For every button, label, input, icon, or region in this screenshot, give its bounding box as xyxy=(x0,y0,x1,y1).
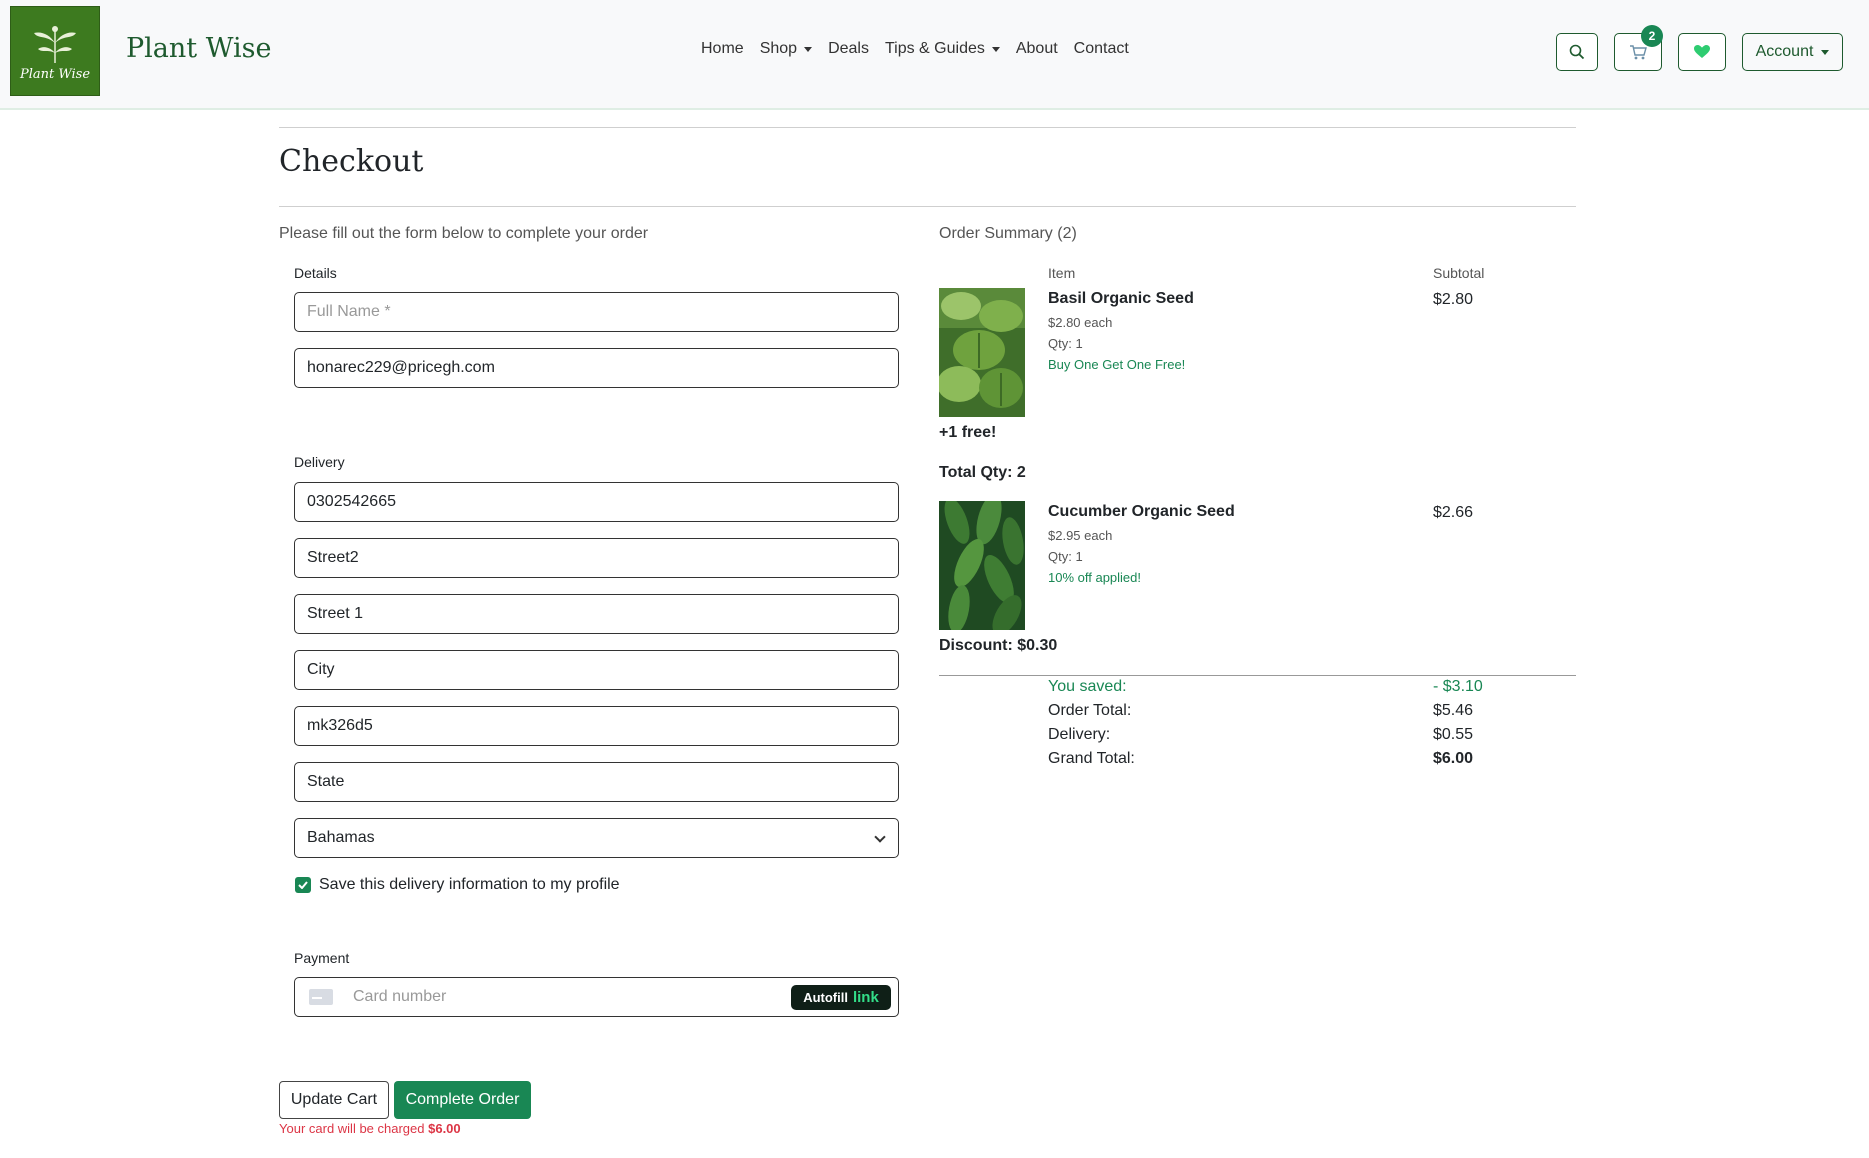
city-field[interactable]: City xyxy=(294,650,899,690)
total-qty-note: Total Qty: 2 xyxy=(939,464,1026,481)
heart-icon xyxy=(1694,45,1710,58)
street2-field[interactable]: Street2 xyxy=(294,538,899,578)
complete-order-button[interactable]: Complete Order xyxy=(394,1081,531,1119)
chevron-down-icon xyxy=(874,831,886,843)
postcode-field[interactable]: mk326d5 xyxy=(294,706,899,746)
country-select-value: Bahamas xyxy=(307,829,375,846)
item-promo: Buy One Get One Free! xyxy=(1048,357,1186,372)
card-number-field[interactable]: Card number Autofill link xyxy=(294,977,899,1017)
item-name: Basil Organic Seed xyxy=(1048,290,1194,307)
autofill-link-button[interactable]: Autofill link xyxy=(791,985,891,1010)
search-icon xyxy=(1569,44,1585,60)
basil-product-image[interactable] xyxy=(939,288,1025,417)
save-delivery-label[interactable]: Save this delivery information to my pro… xyxy=(319,876,620,894)
search-button[interactable] xyxy=(1556,33,1598,71)
cart-icon xyxy=(1630,45,1647,60)
nav-contact[interactable]: Contact xyxy=(1066,40,1137,58)
item-promo: 10% off applied! xyxy=(1048,570,1141,585)
street1-field[interactable]: Street 1 xyxy=(294,594,899,634)
account-label: Account xyxy=(1755,43,1814,60)
delivery-fee-label: Delivery: xyxy=(1048,726,1111,743)
item-price-each: $2.80 each xyxy=(1048,315,1113,330)
top-navbar: Plant Wise Plant Wise Home Shop Deals Ti… xyxy=(0,0,1869,110)
autofill-label: Autofill xyxy=(803,990,848,1005)
nav-home-label: Home xyxy=(701,40,744,57)
cucumber-product-image[interactable] xyxy=(939,501,1025,630)
nav-tips-label: Tips & Guides xyxy=(884,40,985,57)
item-price-each: $2.95 each xyxy=(1048,528,1113,543)
top-divider xyxy=(279,127,1576,128)
main-nav: Home Shop Deals Tips & Guides About Cont… xyxy=(693,40,1137,58)
basil-image xyxy=(939,288,1025,417)
item-subtotal: $2.66 xyxy=(1433,504,1474,521)
charge-note-text: Your card will be charged xyxy=(279,1121,429,1136)
plant-logo-icon xyxy=(34,25,76,63)
account-dropdown-button[interactable]: Account xyxy=(1742,33,1843,71)
phone-field[interactable]: 0302542665 xyxy=(294,482,899,522)
saved-value: - $3.10 xyxy=(1433,678,1483,695)
brand-name[interactable]: Plant Wise xyxy=(126,33,271,64)
credit-card-icon xyxy=(309,989,333,1005)
nav-about[interactable]: About xyxy=(1008,40,1066,58)
nav-tips-guides[interactable]: Tips & Guides xyxy=(877,40,1008,58)
cart-button[interactable]: 2 xyxy=(1614,25,1663,71)
grand-total-label: Grand Total: xyxy=(1048,750,1135,767)
charge-note: Your card will be charged $6.00 xyxy=(279,1121,461,1136)
nav-deals[interactable]: Deals xyxy=(820,40,877,58)
column-header-item: Item xyxy=(1048,265,1076,281)
free-items-note: +1 free! xyxy=(939,424,997,441)
nav-contact-label: Contact xyxy=(1073,40,1129,57)
nav-shop[interactable]: Shop xyxy=(752,40,820,58)
title-divider xyxy=(279,206,1576,207)
totals-divider xyxy=(939,675,1576,676)
update-cart-button[interactable]: Update Cart xyxy=(279,1081,389,1119)
delivery-fee-value: $0.55 xyxy=(1433,726,1474,743)
brand-logo[interactable]: Plant Wise xyxy=(10,6,100,96)
charge-amount: $6.00 xyxy=(428,1121,461,1136)
save-delivery-row: Save this delivery information to my pro… xyxy=(295,876,620,894)
email-field[interactable]: honarec229@pricegh.com xyxy=(294,348,899,388)
delivery-label: Delivery xyxy=(294,454,345,470)
nav-about-label: About xyxy=(1015,40,1058,57)
order-total-label: Order Total: xyxy=(1048,702,1132,719)
item-name: Cucumber Organic Seed xyxy=(1048,503,1235,520)
card-number-placeholder: Card number xyxy=(353,988,447,1005)
order-summary-title: Order Summary (2) xyxy=(939,225,1077,242)
caret-down-icon xyxy=(804,46,813,52)
checkmark-icon xyxy=(298,881,308,889)
payment-label: Payment xyxy=(294,950,350,966)
state-field[interactable]: State xyxy=(294,762,899,802)
caret-down-icon xyxy=(991,46,1000,52)
form-intro: Please fill out the form below to comple… xyxy=(279,225,649,242)
saved-label: You saved: xyxy=(1048,678,1127,695)
nav-home[interactable]: Home xyxy=(693,40,752,58)
country-select[interactable]: Bahamas xyxy=(294,818,899,858)
logo-text: Plant Wise xyxy=(19,66,91,82)
page-title: Checkout xyxy=(279,144,424,179)
details-label: Details xyxy=(294,265,337,281)
cart-count-badge: 2 xyxy=(1641,25,1663,47)
item-subtotal: $2.80 xyxy=(1433,291,1474,308)
cucumber-image xyxy=(939,501,1025,630)
link-logo-text: link xyxy=(852,989,879,1006)
caret-down-icon xyxy=(1821,49,1830,55)
item-qty: Qty: 1 xyxy=(1048,336,1083,351)
column-header-subtotal: Subtotal xyxy=(1433,265,1485,281)
full-name-field[interactable]: Full Name * xyxy=(294,292,899,332)
item-qty: Qty: 1 xyxy=(1048,549,1083,564)
discount-note: Discount: $0.30 xyxy=(939,637,1058,654)
grand-total-value: $6.00 xyxy=(1433,750,1474,767)
nav-shop-label: Shop xyxy=(759,40,798,57)
wishlist-button[interactable] xyxy=(1678,33,1726,71)
order-total-value: $5.46 xyxy=(1433,702,1474,719)
nav-deals-label: Deals xyxy=(828,40,869,57)
save-delivery-checkbox[interactable] xyxy=(295,877,311,893)
